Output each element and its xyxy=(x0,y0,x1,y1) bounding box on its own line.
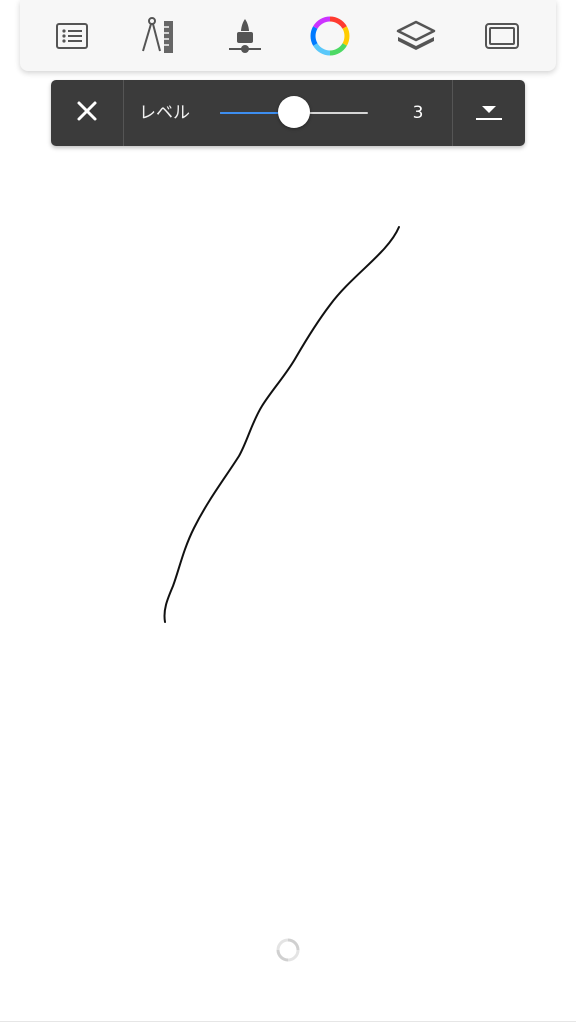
level-slider[interactable] xyxy=(220,96,368,128)
layers-icon xyxy=(396,19,436,53)
close-button[interactable] xyxy=(51,80,123,146)
dropdown-arrow-icon xyxy=(475,100,503,126)
slider-thumb[interactable] xyxy=(278,96,310,128)
drawn-stroke xyxy=(163,226,400,623)
brush-tool-button[interactable] xyxy=(223,14,267,58)
sync-spinner-icon xyxy=(275,937,301,963)
divider xyxy=(123,80,124,146)
ruler-tool-button[interactable] xyxy=(136,14,180,58)
bottom-divider xyxy=(0,1021,576,1022)
canvas-frame-icon xyxy=(485,23,519,49)
color-wheel-icon xyxy=(310,16,350,56)
brush-icon xyxy=(227,17,263,55)
level-label: レベル xyxy=(139,103,190,123)
drawing-canvas[interactable] xyxy=(0,150,576,1020)
layers-button[interactable] xyxy=(394,14,438,58)
list-icon xyxy=(56,23,88,49)
compass-ruler-icon xyxy=(140,17,176,55)
level-value: 3 xyxy=(412,103,424,123)
level-adjust-bar: レベル 3 xyxy=(51,80,525,146)
menu-list-button[interactable] xyxy=(50,14,94,58)
canvas-view-button[interactable] xyxy=(480,14,524,58)
top-toolbar xyxy=(20,0,556,71)
close-icon xyxy=(76,100,98,126)
color-picker-button[interactable] xyxy=(308,14,352,58)
expand-button[interactable] xyxy=(453,80,525,146)
